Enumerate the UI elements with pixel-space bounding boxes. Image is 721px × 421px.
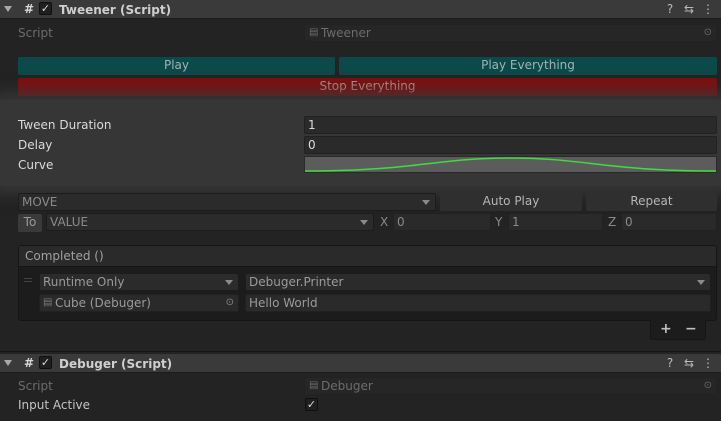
- preset-icon[interactable]: ⇆: [682, 356, 696, 370]
- chevron-down-icon: [422, 200, 430, 205]
- debuger-title: Debuger (Script): [59, 357, 173, 371]
- delay-field[interactable]: 0: [304, 136, 717, 154]
- function-dropdown[interactable]: Debuger.Printer: [245, 273, 711, 291]
- tweener-title: Tweener (Script): [59, 3, 172, 17]
- script-file-icon: ▤: [309, 380, 319, 391]
- more-options-icon[interactable]: ⋮: [701, 356, 715, 370]
- mode-dropdown-value: MOVE: [22, 195, 58, 209]
- script-file-icon: ▤: [309, 27, 319, 38]
- event-argument-value: Hello World: [249, 296, 318, 310]
- auto-play-toggle[interactable]: Auto Play: [440, 193, 582, 211]
- tweener-enabled-checkbox[interactable]: ✓: [39, 2, 52, 15]
- event-argument-field[interactable]: Hello World: [245, 294, 711, 312]
- y-value: 1: [512, 215, 520, 229]
- chevron-down-icon: [225, 280, 233, 285]
- play-everything-button[interactable]: Play Everything: [339, 57, 717, 75]
- debuger-script-field: ▤ Debuger ⊙: [304, 377, 717, 395]
- foldout-arrow-icon[interactable]: [4, 6, 12, 12]
- tween-duration-field[interactable]: 1: [304, 116, 717, 134]
- debuger-enabled-checkbox[interactable]: ✓: [39, 356, 52, 369]
- preset-icon[interactable]: ⇆: [682, 2, 696, 16]
- completed-event-title: Completed (): [25, 249, 104, 263]
- tweener-component-header[interactable]: # ✓ Tweener (Script) ? ⇆ ⋮: [0, 0, 721, 19]
- delay-value: 0: [308, 138, 316, 152]
- help-icon[interactable]: ?: [663, 356, 677, 370]
- add-remove-tab: + −: [650, 320, 706, 340]
- drag-handle-icon[interactable]: [24, 278, 32, 282]
- input-active-label: Input Active: [18, 398, 91, 412]
- stop-everything-button[interactable]: Stop Everything: [18, 78, 717, 96]
- input-active-checkbox[interactable]: ✓: [305, 398, 318, 411]
- script-label: Script: [18, 26, 53, 40]
- debuger-script-label: Script: [18, 379, 53, 393]
- object-picker-icon: ⊙: [703, 380, 712, 391]
- help-icon[interactable]: ?: [663, 2, 677, 16]
- tween-duration-label: Tween Duration: [18, 118, 112, 132]
- object-picker-icon[interactable]: ⊙: [226, 295, 234, 311]
- y-label: Y: [495, 215, 503, 229]
- play-button[interactable]: Play: [18, 57, 335, 75]
- target-dropdown-value: VALUE: [50, 215, 89, 229]
- foldout-arrow-icon[interactable]: [4, 360, 12, 366]
- to-button[interactable]: To: [18, 214, 42, 232]
- curve-label: Curve: [18, 158, 54, 172]
- object-file-icon: ▤: [43, 297, 53, 308]
- delay-label: Delay: [18, 138, 53, 152]
- script-field: ▤ Tweener ⊙: [304, 24, 717, 42]
- completed-event-panel: Completed () Runtime Only Debuger.Printe…: [18, 245, 717, 321]
- debuger-script-value: Debuger: [321, 379, 373, 393]
- x-value: 0: [397, 215, 405, 229]
- z-label: Z: [608, 215, 617, 229]
- x-label: X: [380, 215, 389, 229]
- component-divider: [0, 351, 721, 352]
- chevron-down-icon: [360, 220, 368, 225]
- y-field[interactable]: 1: [508, 213, 603, 231]
- object-picker-icon: ⊙: [703, 27, 712, 38]
- script-hash-icon: #: [23, 2, 35, 16]
- runtime-dropdown-value: Runtime Only: [43, 275, 125, 289]
- event-object-value: Cube (Debuger): [55, 296, 151, 310]
- curve-graph: [305, 157, 716, 172]
- script-hash-icon: #: [23, 356, 35, 370]
- x-field[interactable]: 0: [393, 213, 491, 231]
- z-field[interactable]: 0: [621, 213, 717, 231]
- remove-listener-button[interactable]: −: [685, 321, 697, 337]
- repeat-toggle[interactable]: Repeat: [586, 193, 717, 211]
- chevron-down-icon: [697, 280, 705, 285]
- runtime-dropdown[interactable]: Runtime Only: [39, 273, 239, 291]
- curve-field[interactable]: [304, 156, 717, 173]
- mode-dropdown[interactable]: MOVE: [18, 193, 436, 211]
- script-field-value: Tweener: [321, 26, 371, 40]
- debuger-component-header[interactable]: # ✓ Debuger (Script) ? ⇆ ⋮: [0, 354, 721, 373]
- function-dropdown-value: Debuger.Printer: [249, 275, 344, 289]
- target-dropdown[interactable]: VALUE: [46, 213, 374, 231]
- more-options-icon[interactable]: ⋮: [701, 2, 715, 16]
- event-object-field[interactable]: ▤ Cube (Debuger) ⊙: [39, 294, 239, 312]
- tween-duration-value: 1: [308, 118, 316, 132]
- completed-event-header: Completed (): [19, 246, 716, 267]
- z-value: 0: [625, 215, 633, 229]
- add-listener-button[interactable]: +: [660, 321, 672, 337]
